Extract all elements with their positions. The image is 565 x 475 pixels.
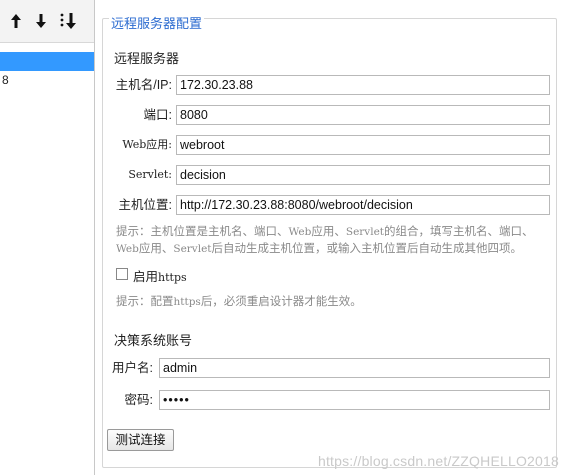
username-label: 用户名: (112, 361, 153, 375)
enable-https-checkbox[interactable] (116, 268, 128, 280)
list-item[interactable] (0, 52, 94, 71)
account-section-title: 决策系统账号 (114, 333, 193, 348)
panel-title: 远程服务器配置 (109, 13, 205, 32)
webapp-label: Web应用: (122, 138, 172, 151)
host-location-label: 主机位置: (118, 198, 172, 212)
username-input[interactable]: admin (159, 358, 550, 378)
https-hint: 提示：配置https后，必须重启设计器才能生效。 (116, 296, 362, 308)
watermark: https://blog.csdn.net/ZZQHELLO2018 (317, 453, 559, 469)
left-toolbar (0, 0, 94, 43)
servlet-label: Servlet: (128, 168, 172, 181)
server-section-title: 远程服务器 (114, 51, 180, 66)
enable-https-label[interactable]: 启用https (133, 266, 187, 285)
password-input[interactable]: ••••• (159, 390, 550, 410)
test-connection-button[interactable]: 测试连接 (107, 429, 174, 451)
arrow-up-icon[interactable] (8, 8, 28, 34)
list-item[interactable]: 8 (0, 71, 94, 90)
host-input[interactable]: 172.30.23.88 (176, 75, 550, 95)
host-location-hint: 提示：主机位置是主机名、端口、Web应用、Servlet的组合，填写主机名、端口… (116, 226, 534, 255)
port-label: 端口: (143, 108, 172, 122)
sort-icon[interactable] (58, 8, 80, 34)
left-panel: 8 (0, 0, 95, 475)
host-location-input[interactable]: http://172.30.23.88:8080/webroot/decisio… (176, 195, 550, 215)
left-list: 8 (0, 52, 94, 90)
remote-server-config-panel: 远程服务器配置 远程服务器 主机名/IP: 172.30.23.88 端口: 8… (96, 0, 565, 475)
host-label: 主机名/IP: (115, 78, 172, 92)
password-label: 密码: (124, 393, 153, 407)
arrow-down-icon[interactable] (33, 8, 53, 34)
webapp-input[interactable]: webroot (176, 135, 550, 155)
servlet-input[interactable]: decision (176, 165, 550, 185)
port-input[interactable]: 8080 (176, 105, 550, 125)
